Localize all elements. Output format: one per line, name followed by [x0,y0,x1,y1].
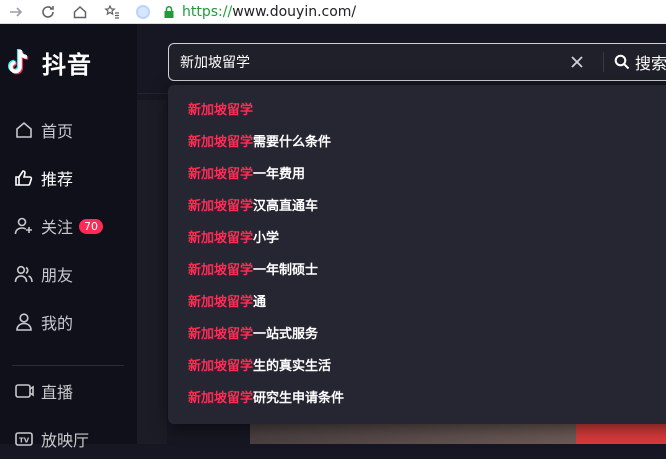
arrow-right-icon [10,6,23,17]
suggestion-item[interactable]: 新加坡留学一年制硕士 [188,259,318,283]
video-thumbnail-red [576,424,666,444]
follow-icon [13,215,35,237]
sidebar-item-label: 关注 [41,218,74,237]
sidebar-item-label: 放映厅 [41,431,90,450]
site-icon [136,4,150,19]
close-icon [571,56,583,68]
douyin-logo[interactable]: 抖音 [6,44,92,80]
sidebar-divider [12,365,124,366]
browser-home-icon [73,5,87,18]
sidebar: 抖音 首页 推荐 关注 70 朋友 我的 直播 TV 放映厅 [0,24,137,450]
sidebar-item-label: 朋友 [41,266,74,285]
friends-icon [13,263,35,285]
suggestion-item[interactable]: 新加坡留学 [188,99,253,123]
address-bar[interactable]: https://www.douyin.com/ [136,0,356,24]
sidebar-item-label: 我的 [41,314,74,333]
video-preview-left [137,100,167,444]
logo-text: 抖音 [42,50,92,79]
sidebar-item-home[interactable]: 首页 [0,110,137,150]
suggestion-item[interactable]: 新加坡留学生的真实生活 [188,355,331,379]
star-list-icon [104,4,119,19]
tiktok-note-icon [8,48,29,75]
suggestion-item[interactable]: 新加坡留学研究生申请条件 [188,387,344,411]
live-icon [13,380,35,402]
suggestion-item[interactable]: 新加坡留学一站式服务 [188,323,318,347]
home-button[interactable] [64,0,96,24]
sidebar-item-live[interactable]: 直播 [0,371,137,411]
search-box: 搜索 [168,43,666,81]
lock-icon [164,5,174,18]
url-text: https://www.douyin.com/ [182,3,357,20]
sidebar-item-cinema[interactable]: TV 放映厅 [0,419,137,459]
suggestion-item[interactable]: 新加坡留学一年费用 [188,163,305,187]
top-bar: 搜索 [137,24,666,94]
reload-button[interactable] [32,0,64,24]
clear-search-button[interactable] [565,50,589,74]
search-separator [603,52,604,72]
reload-icon [42,5,54,18]
search-button-label: 搜索 [635,54,666,73]
tv-icon: TV [13,428,35,450]
search-icon [614,54,630,70]
sidebar-item-mine[interactable]: 我的 [0,302,137,342]
sidebar-item-recommend[interactable]: 推荐 [0,158,137,198]
search-input[interactable] [169,44,559,80]
suggestion-item[interactable]: 新加坡留学需要什么条件 [188,131,331,155]
suggestion-item[interactable]: 新加坡留学汉高直通车 [188,195,318,219]
home-icon [13,119,35,141]
search-button[interactable]: 搜索 [614,50,666,74]
search-suggestions-dropdown: 新加坡留学 新加坡留学需要什么条件 新加坡留学一年费用 新加坡留学汉高直通车 新… [168,85,666,424]
sidebar-item-friends[interactable]: 朋友 [0,254,137,294]
browser-toolbar: https://www.douyin.com/ [0,0,666,24]
follow-count-badge: 70 [79,218,104,234]
thumbs-up-icon [13,167,35,189]
suggestion-item[interactable]: 新加坡留学通 [188,291,266,315]
video-thumbnail-dark [250,424,576,444]
sidebar-item-label: 直播 [41,383,74,402]
sidebar-item-follow[interactable]: 关注 70 [0,206,137,246]
main-content: 搜索 新加坡留学 新加坡留学需要什么条件 新加坡留学一年费用 新加坡留学汉高直通… [137,24,666,444]
back-button[interactable] [0,0,32,24]
sidebar-item-label: 推荐 [41,170,74,189]
svg-text:TV: TV [19,437,30,445]
video-preview-strip[interactable] [250,424,666,444]
favorites-button[interactable] [96,0,128,24]
sidebar-item-label: 首页 [41,122,74,141]
user-icon [13,311,35,333]
suggestion-item[interactable]: 新加坡留学小学 [188,227,279,251]
